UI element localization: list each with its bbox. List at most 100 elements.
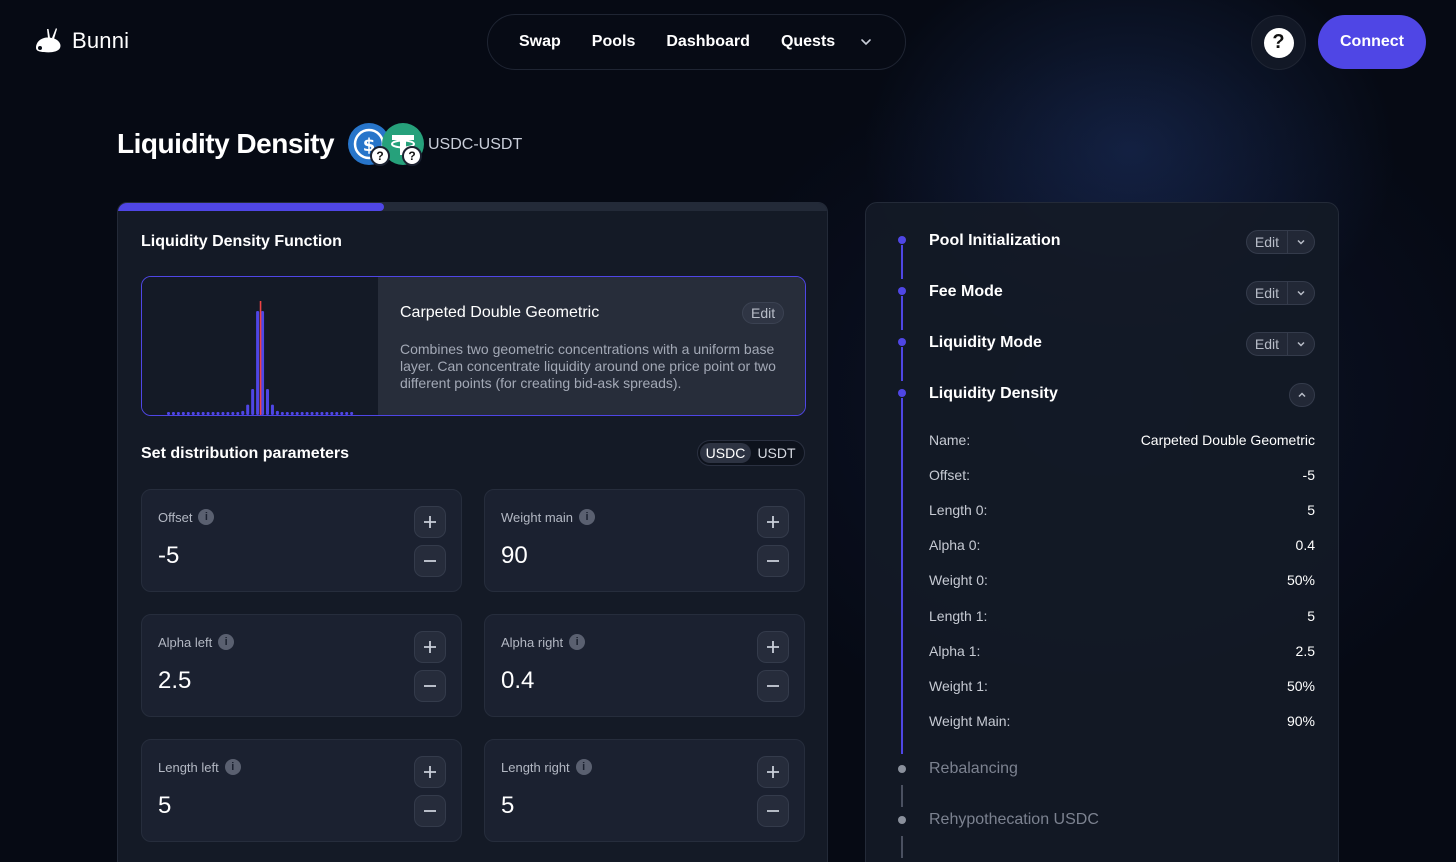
- density-bar: [335, 412, 339, 415]
- token-toggle: USDC USDT: [697, 440, 805, 466]
- config-panel: Liquidity Density Function Carpeted Doub…: [117, 202, 828, 862]
- steps-summary-panel: Pool Initialization Edit Fee Mode Edit L…: [865, 202, 1339, 862]
- step-controls: Edit: [1245, 281, 1315, 305]
- detail-value: -5: [1302, 467, 1315, 483]
- increment-button[interactable]: [757, 631, 789, 663]
- density-bar: [236, 412, 240, 415]
- density-bar: [191, 412, 195, 415]
- ldf-edit-button[interactable]: Edit: [742, 302, 785, 324]
- decrement-button[interactable]: [414, 545, 446, 577]
- density-bar: [171, 412, 175, 415]
- token-pair-icons: $ ? ?: [348, 122, 428, 168]
- expand-button[interactable]: [1288, 231, 1314, 253]
- main-nav: Swap Pools Dashboard Quests: [487, 14, 906, 70]
- density-bar: [300, 412, 304, 415]
- info-icon[interactable]: i: [224, 759, 241, 775]
- step-dot: [898, 236, 906, 244]
- detail-value: 5: [1307, 502, 1315, 518]
- param-value-input[interactable]: 2.5: [158, 667, 191, 695]
- increment-button[interactable]: [757, 756, 789, 788]
- param-label: Offset: [158, 509, 193, 525]
- density-bar: [280, 412, 284, 415]
- chevron-down-icon[interactable]: [858, 34, 874, 50]
- param-value-input[interactable]: -5: [158, 542, 179, 570]
- param-value-input[interactable]: 5: [501, 792, 514, 820]
- density-bar: [295, 412, 299, 415]
- detail-row: Weight 0: 50%: [929, 572, 1315, 590]
- detail-row: Name: Carpeted Double Geometric: [929, 432, 1315, 450]
- param-value-input[interactable]: 90: [501, 542, 528, 570]
- bunni-logo-icon: [36, 28, 61, 53]
- decrement-button[interactable]: [757, 795, 789, 827]
- param-offset: Offset i -5: [141, 489, 462, 592]
- timeline-line: [901, 398, 903, 754]
- minus-icon: [424, 810, 436, 812]
- decrement-button[interactable]: [757, 670, 789, 702]
- decrement-button[interactable]: [414, 795, 446, 827]
- params-section-title: Set distribution parameters: [141, 445, 350, 462]
- plus-icon: [424, 766, 436, 778]
- connect-button[interactable]: Connect: [1318, 15, 1426, 69]
- expand-button[interactable]: [1288, 282, 1314, 304]
- step-rehypothecation-usdc[interactable]: Rehypothecation USDC: [929, 811, 1099, 829]
- logo[interactable]: Bunni: [30, 26, 129, 56]
- density-bar: [216, 412, 220, 415]
- ldf-card-selected[interactable]: Carpeted Double Geometric Edit Combines …: [141, 276, 806, 416]
- info-icon[interactable]: i: [218, 634, 235, 650]
- density-bar: [167, 412, 170, 415]
- decrement-button[interactable]: [414, 670, 446, 702]
- density-bar: [176, 412, 180, 415]
- toggle-usdc[interactable]: USDC: [700, 443, 751, 463]
- info-icon[interactable]: i: [579, 509, 596, 525]
- step-rebalancing[interactable]: Rebalancing: [929, 760, 1018, 778]
- step-edit-button[interactable]: Edit: [1247, 231, 1288, 253]
- collapse-button[interactable]: [1289, 383, 1315, 407]
- increment-button[interactable]: [414, 506, 446, 538]
- step-fee-mode[interactable]: Fee Mode: [929, 283, 1003, 301]
- nav-pools[interactable]: Pools: [592, 33, 636, 51]
- help-button[interactable]: ?: [1251, 15, 1306, 70]
- info-icon[interactable]: i: [575, 759, 592, 775]
- nav-dashboard[interactable]: Dashboard: [666, 33, 750, 51]
- step-dot: [898, 287, 906, 295]
- density-bar: [206, 412, 210, 415]
- ldf-name: Carpeted Double Geometric: [400, 304, 600, 321]
- increment-button[interactable]: [757, 506, 789, 538]
- detail-key: Length 1:: [929, 608, 988, 624]
- nav-swap[interactable]: Swap: [519, 33, 561, 51]
- increment-button[interactable]: [414, 756, 446, 788]
- param-alpha-right: Alpha right i 0.4: [484, 614, 805, 717]
- nav-quests[interactable]: Quests: [781, 33, 835, 51]
- step-edit-button[interactable]: Edit: [1247, 333, 1288, 355]
- expand-button[interactable]: [1288, 333, 1314, 355]
- decrement-button[interactable]: [757, 545, 789, 577]
- chevron-down-icon: [1297, 341, 1305, 347]
- increment-button[interactable]: [414, 631, 446, 663]
- step-dot: [898, 816, 906, 824]
- detail-key: Alpha 0:: [929, 537, 981, 553]
- detail-row: Alpha 0: 0.4: [929, 537, 1315, 555]
- step-pool-initialization[interactable]: Pool Initialization: [929, 232, 1061, 250]
- density-bar: [350, 412, 354, 415]
- density-bar: [310, 412, 314, 415]
- param-label: Alpha right: [501, 634, 564, 650]
- minus-icon: [767, 810, 779, 812]
- param-value-input[interactable]: 0.4: [501, 667, 534, 695]
- step-edit-button[interactable]: Edit: [1247, 282, 1288, 304]
- info-icon[interactable]: i: [569, 634, 586, 650]
- density-bar: [330, 412, 334, 415]
- density-bar: [266, 389, 269, 415]
- info-icon[interactable]: i: [198, 509, 215, 525]
- step-liquidity-density[interactable]: Liquidity Density: [929, 385, 1058, 403]
- param-value-input[interactable]: 5: [158, 792, 171, 820]
- step-liquidity-mode[interactable]: Liquidity Mode: [929, 334, 1042, 352]
- detail-value: 90%: [1286, 713, 1315, 729]
- density-bar: [196, 412, 200, 415]
- toggle-usdt[interactable]: USDT: [751, 443, 802, 463]
- detail-value: 5: [1307, 608, 1315, 624]
- param-weight-main: Weight main i 90: [484, 489, 805, 592]
- timeline-line: [901, 296, 903, 330]
- density-bar: [270, 404, 274, 415]
- param-label: Alpha left: [158, 634, 213, 650]
- ldf-info: Carpeted Double Geometric Edit Combines …: [378, 277, 805, 415]
